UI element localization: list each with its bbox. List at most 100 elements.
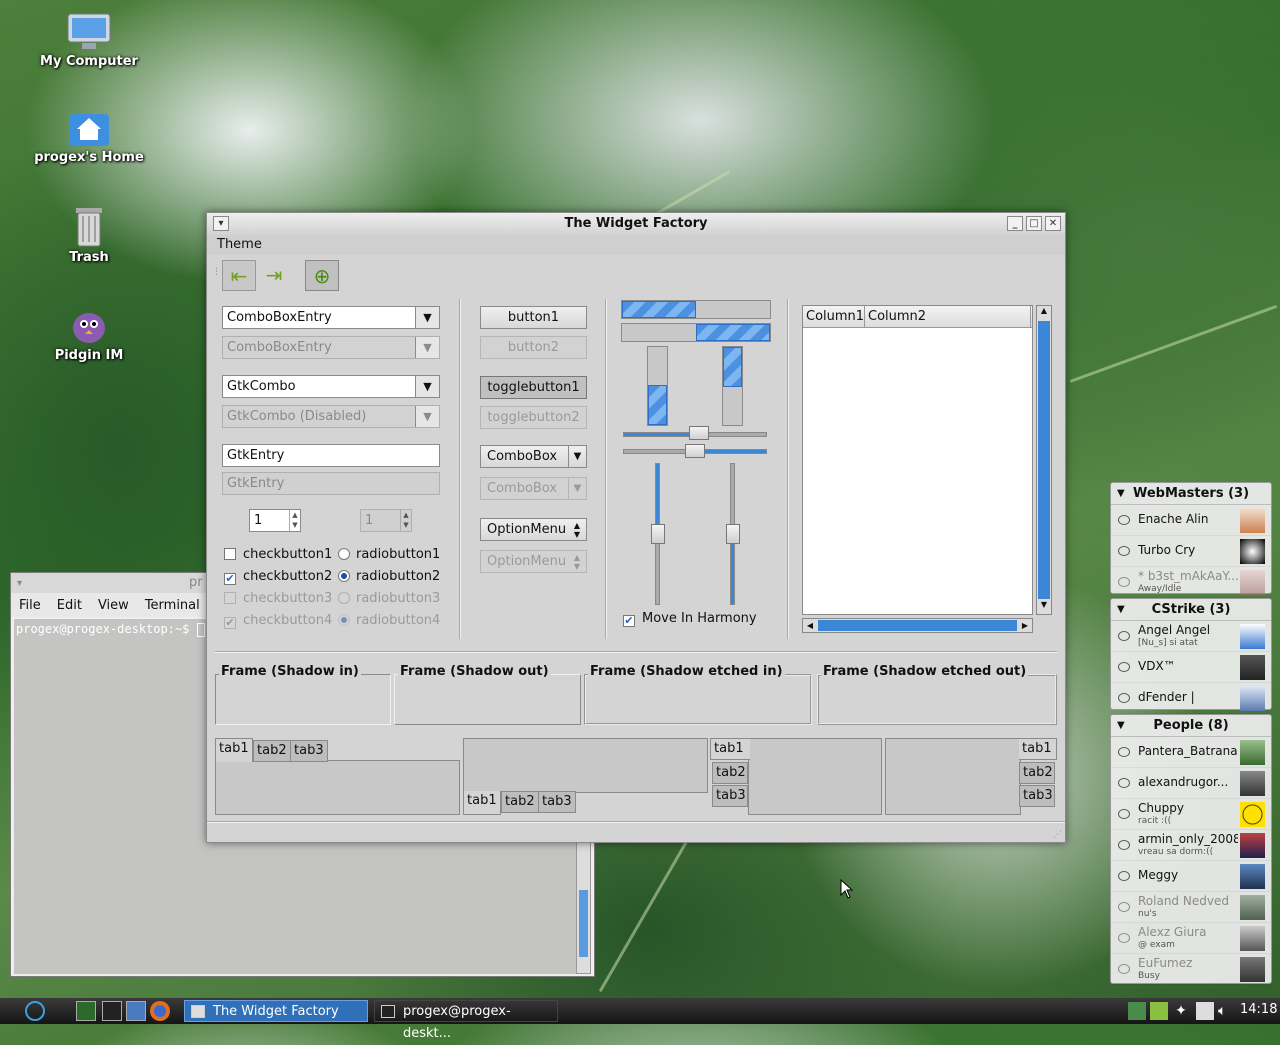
system-monitor-icon[interactable] bbox=[76, 1001, 96, 1021]
tab-tab2[interactable]: tab2 bbox=[501, 791, 539, 813]
tab-tab1[interactable]: tab1 bbox=[1019, 738, 1057, 760]
buddy-item[interactable]: Turbo Cry bbox=[1111, 536, 1271, 567]
column-header[interactable]: Column2 bbox=[865, 306, 1031, 327]
scrollbar-thumb[interactable] bbox=[818, 620, 1017, 631]
clock[interactable]: 14:18 bbox=[1240, 1002, 1277, 1017]
expander-icon[interactable]: ▼ bbox=[1117, 599, 1125, 621]
tab-tab2[interactable]: tab2 bbox=[712, 762, 748, 784]
buddy-item[interactable]: Alexz Giura @ exam bbox=[1111, 923, 1271, 954]
spin-button[interactable]: 1 ▲ ▼ bbox=[249, 509, 301, 532]
chevron-down-icon[interactable]: ▼ bbox=[415, 307, 439, 328]
minimize-icon[interactable]: _ bbox=[1007, 216, 1023, 231]
button1[interactable]: button1 bbox=[480, 306, 587, 329]
buddy-group-header[interactable]: ▼ CStrike (3) bbox=[1111, 599, 1271, 621]
buddy-item[interactable]: dFender | bbox=[1111, 683, 1271, 714]
menu-edit[interactable]: Edit bbox=[49, 598, 90, 613]
keyboard-layout-icon[interactable]: ✦ bbox=[1172, 1002, 1190, 1020]
buddy-item[interactable]: VDX™ bbox=[1111, 652, 1271, 683]
buddy-item[interactable]: * b3st_mAkAaY... Away/Idle bbox=[1111, 567, 1271, 598]
forward-arrow-icon[interactable]: ⇥ bbox=[257, 260, 291, 291]
network-icon[interactable] bbox=[1128, 1002, 1146, 1020]
desktop-icon-my-computer[interactable]: My Computer bbox=[34, 12, 144, 69]
move-in-harmony-check[interactable]: ✔ Move In Harmony bbox=[623, 611, 757, 627]
add-icon[interactable]: ⊕ bbox=[305, 260, 339, 291]
scroll-left-icon[interactable]: ◀ bbox=[803, 619, 817, 632]
buddy-item[interactable]: Chuppy racit :(( bbox=[1111, 799, 1271, 830]
buddy-group-header[interactable]: ▼ WebMasters (3) bbox=[1111, 483, 1271, 505]
window-menu-icon[interactable]: ▾ bbox=[213, 216, 229, 231]
buddy-item[interactable]: Pantera_Batrana bbox=[1111, 737, 1271, 768]
radiobutton1[interactable]: radiobutton1 bbox=[338, 547, 440, 563]
window-titlebar[interactable]: ▾ The Widget Factory _ □ ✕ bbox=[207, 213, 1065, 235]
scrollbar-thumb[interactable] bbox=[1038, 321, 1050, 599]
firefox-icon[interactable] bbox=[150, 1001, 170, 1021]
tab-tab3[interactable]: tab3 bbox=[290, 740, 328, 762]
file-manager-icon[interactable] bbox=[126, 1001, 146, 1021]
togglebutton1[interactable]: togglebutton1 bbox=[480, 376, 587, 399]
buddy-item[interactable]: EuFumez Busy bbox=[1111, 954, 1271, 985]
buddy-item[interactable]: Meggy bbox=[1111, 861, 1271, 892]
desktop-icon-trash[interactable]: Trash bbox=[34, 204, 144, 265]
desktop-icon-pidgin[interactable]: Pidgin IM bbox=[34, 306, 144, 363]
menu-terminal[interactable]: Terminal bbox=[137, 598, 208, 613]
column-header[interactable]: Column1 bbox=[803, 306, 865, 327]
tab-tab1[interactable]: tab1 bbox=[215, 738, 253, 762]
scale-knob[interactable] bbox=[689, 426, 709, 440]
back-arrow-icon[interactable]: ⇤ bbox=[222, 260, 256, 291]
tree-vertical-scrollbar[interactable]: ▲ ▼ bbox=[1036, 305, 1052, 615]
spin-arrows-icon[interactable]: ▲ ▼ bbox=[289, 510, 300, 531]
menu-theme[interactable]: Theme bbox=[217, 237, 262, 252]
tree-horizontal-scrollbar[interactable]: ◀ ▶ bbox=[802, 618, 1033, 633]
checkbutton2[interactable]: ✔ checkbutton2 bbox=[224, 569, 332, 585]
optionmenu-button[interactable]: OptionMenu ▲ ▼ bbox=[480, 518, 587, 541]
maximize-icon[interactable]: □ bbox=[1026, 216, 1042, 231]
tab-tab3[interactable]: tab3 bbox=[1019, 785, 1055, 807]
scale-knob[interactable] bbox=[685, 444, 705, 458]
radio-icon[interactable] bbox=[338, 548, 350, 560]
buddy-item[interactable]: Enache Alin bbox=[1111, 505, 1271, 536]
battery-icon[interactable] bbox=[1150, 1002, 1168, 1020]
widget-factory-window[interactable]: ▾ The Widget Factory _ □ ✕ Theme ⋮ ⇤ ⇥ ⊕… bbox=[206, 212, 1066, 843]
gtk-entry[interactable]: GtkEntry bbox=[222, 444, 440, 467]
combobox-button[interactable]: ComboBox ▼ bbox=[480, 445, 587, 468]
expander-icon[interactable]: ▼ bbox=[1117, 483, 1125, 505]
scroll-right-icon[interactable]: ▶ bbox=[1018, 619, 1032, 632]
clipboard-icon[interactable] bbox=[1196, 1002, 1214, 1020]
tab-tab1[interactable]: tab1 bbox=[463, 791, 501, 815]
resize-grip-icon[interactable]: ⋰ bbox=[1053, 830, 1062, 840]
menu-view[interactable]: View bbox=[90, 598, 137, 613]
volume-icon[interactable]: 🔈︎ bbox=[1218, 1002, 1236, 1020]
scrollbar-thumb[interactable] bbox=[579, 890, 588, 957]
scroll-down-icon[interactable]: ▼ bbox=[1037, 600, 1051, 614]
scale-knob[interactable] bbox=[726, 524, 740, 544]
buddy-item[interactable]: Angel Angel [Nu_s] si atat bbox=[1111, 621, 1271, 652]
buddy-item[interactable]: Roland Nedved nu's bbox=[1111, 892, 1271, 923]
radiobutton2[interactable]: radiobutton2 bbox=[338, 569, 440, 585]
scale-knob[interactable] bbox=[651, 524, 665, 544]
radio-selected-icon[interactable] bbox=[338, 570, 350, 582]
tab-tab2[interactable]: tab2 bbox=[253, 740, 291, 762]
checkbox-checked-icon[interactable]: ✔ bbox=[224, 573, 236, 585]
expander-icon[interactable]: ▼ bbox=[1117, 715, 1125, 737]
checkbutton1[interactable]: checkbutton1 bbox=[224, 547, 332, 563]
task-terminal[interactable]: progex@progex-deskt... bbox=[374, 1000, 558, 1041]
scroll-up-icon[interactable]: ▲ bbox=[1037, 306, 1051, 320]
terminal-launcher-icon[interactable] bbox=[102, 1001, 122, 1021]
tab-tab3[interactable]: tab3 bbox=[712, 785, 748, 807]
chevron-down-icon[interactable]: ▼ bbox=[415, 376, 439, 397]
close-icon[interactable]: ✕ bbox=[1045, 216, 1061, 231]
task-widget-factory[interactable]: The Widget Factory bbox=[184, 1000, 368, 1022]
menu-file[interactable]: File bbox=[11, 598, 49, 613]
tab-tab3[interactable]: tab3 bbox=[538, 791, 576, 813]
desktop-icon-home[interactable]: progex's Home bbox=[34, 108, 144, 165]
start-menu-icon[interactable] bbox=[25, 1001, 45, 1021]
tab-tab1[interactable]: tab1 bbox=[710, 738, 750, 760]
chevron-down-icon[interactable]: ▾ bbox=[17, 578, 22, 589]
checkbox-checked-icon[interactable]: ✔ bbox=[623, 615, 635, 627]
tree-view[interactable]: Column1 Column2 bbox=[802, 305, 1033, 615]
combo-box-entry[interactable]: ComboBoxEntry ▼ bbox=[222, 306, 440, 329]
buddy-item[interactable]: alexandrugor... bbox=[1111, 768, 1271, 799]
buddy-group-header[interactable]: ▼ People (8) bbox=[1111, 715, 1271, 737]
tab-tab2[interactable]: tab2 bbox=[1019, 762, 1055, 784]
gtk-combo[interactable]: GtkCombo ▼ bbox=[222, 375, 440, 398]
